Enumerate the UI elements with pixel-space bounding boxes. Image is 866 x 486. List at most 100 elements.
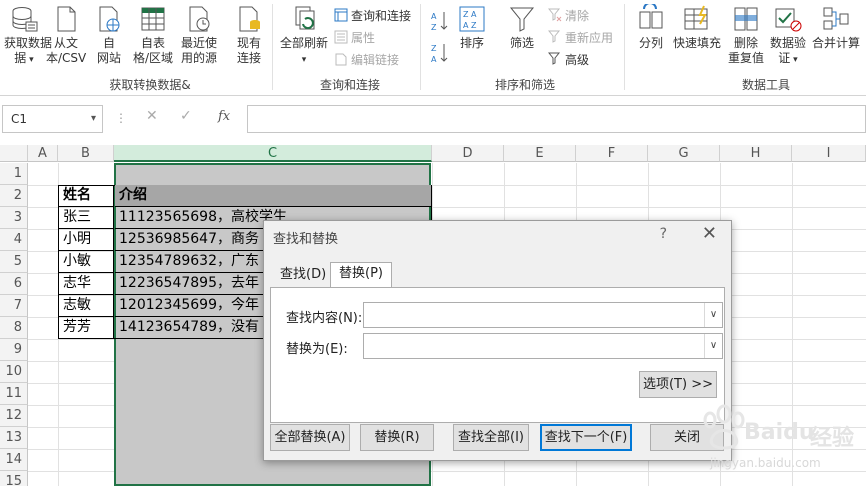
- filter-button[interactable]: 筛选: [504, 4, 540, 51]
- row-header[interactable]: 8: [0, 317, 28, 339]
- queries-connections-button[interactable]: 查询和连接: [334, 6, 411, 26]
- remove-duplicates-button[interactable]: 删除 重复值: [726, 4, 766, 66]
- from-table-label: 自表: [140, 36, 165, 50]
- row-header[interactable]: 15: [0, 471, 28, 486]
- row-header[interactable]: 3: [0, 207, 28, 229]
- chevron-down-icon[interactable]: ∨: [704, 303, 722, 327]
- enter-icon[interactable]: ✓: [180, 108, 192, 124]
- refresh-all-button[interactable]: 全部刷新 ▾: [278, 4, 330, 68]
- find-what-label: 查找内容(N):: [286, 311, 363, 326]
- row-header[interactable]: 13: [0, 427, 28, 449]
- remove-duplicates-icon: [734, 7, 758, 31]
- row-header[interactable]: 4: [0, 229, 28, 251]
- row-header[interactable]: 6: [0, 273, 28, 295]
- row-header[interactable]: 9: [0, 339, 28, 361]
- from-text-csv-button[interactable]: 从文 本/CSV: [46, 4, 86, 66]
- more-icon: ⋮: [115, 111, 127, 125]
- find-what-input[interactable]: ∨: [363, 302, 723, 328]
- row-header[interactable]: 12: [0, 405, 28, 427]
- formula-bar: C1 ▾ ⋮ ✕ ✓ fx: [0, 105, 866, 135]
- help-icon[interactable]: ?: [660, 226, 667, 242]
- queries-connections-label: 查询和连接: [351, 9, 412, 23]
- flash-fill-label: 快速填充: [672, 36, 721, 50]
- clear-filter-button[interactable]: 清除: [548, 6, 589, 26]
- validation-label-2: 证: [778, 51, 791, 65]
- data-validation-button[interactable]: 数据验 证 ▾: [768, 4, 808, 68]
- column-header[interactable]: F: [576, 145, 648, 162]
- ribbon: 获取数据 据 ▾ 从文 本/CSV 自 网站 自表 格/区域 最近使 用的源 现…: [0, 0, 866, 96]
- group-label-sort-filter: 排序和筛选: [494, 78, 555, 92]
- row-header[interactable]: 5: [0, 251, 28, 273]
- properties-button[interactable]: 属性: [334, 28, 375, 48]
- from-web-button[interactable]: 自 网站: [92, 4, 126, 66]
- properties-label: 属性: [351, 31, 376, 45]
- recent-sources-button[interactable]: 最近使 用的源: [178, 4, 220, 66]
- find-replace-dialog: 查找和替换 ? ✕ 查找(D) 替换(P) 查找内容(N): ∨ 替换为(E):…: [263, 220, 732, 461]
- replace-with-input[interactable]: ∨: [363, 333, 723, 359]
- row-header[interactable]: 11: [0, 383, 28, 405]
- flash-fill-button[interactable]: 快速填充: [672, 4, 722, 51]
- advanced-label: 高级: [565, 53, 590, 67]
- row-header[interactable]: 1: [0, 163, 28, 185]
- chevron-down-icon[interactable]: ▾: [91, 106, 96, 132]
- svg-text:A Z: A Z: [463, 21, 477, 30]
- column-header[interactable]: C: [114, 145, 432, 162]
- column-header[interactable]: B: [58, 145, 114, 162]
- table-cell-name[interactable]: 小敏: [59, 251, 114, 273]
- chevron-down-icon[interactable]: ∨: [704, 334, 722, 358]
- column-header[interactable]: I: [792, 145, 866, 162]
- cancel-icon[interactable]: ✕: [146, 108, 158, 124]
- table-cell-name[interactable]: 张三: [59, 207, 114, 229]
- replace-tab-panel: 查找内容(N): ∨ 替换为(E): ∨ 选项(T) >>: [270, 287, 725, 423]
- queries-icon: [334, 8, 348, 22]
- tab-find[interactable]: 查找(D): [272, 264, 334, 288]
- row-header[interactable]: 2: [0, 185, 28, 207]
- table-cell-name[interactable]: 小明: [59, 229, 114, 251]
- sort-az-button[interactable]: AZ: [430, 10, 450, 36]
- column-header[interactable]: H: [720, 145, 792, 162]
- svg-text:A: A: [431, 55, 437, 64]
- baidu-watermark: Baidu 经验 jingyan.baidu.com: [684, 396, 864, 482]
- sort-descending-icon: ZA: [431, 44, 448, 64]
- reapply-label: 重新应用: [565, 31, 614, 45]
- table-header-intro[interactable]: 介绍: [115, 185, 431, 207]
- from-text-label-2: 本/CSV: [46, 51, 87, 65]
- sort-button[interactable]: Z A A Z 排序: [454, 4, 490, 51]
- find-all-button[interactable]: 查找全部(I): [453, 424, 529, 451]
- reapply-button[interactable]: 重新应用: [548, 28, 613, 48]
- row-header[interactable]: 10: [0, 361, 28, 383]
- name-box[interactable]: C1 ▾: [2, 105, 103, 133]
- find-next-button[interactable]: 查找下一个(F): [540, 424, 632, 451]
- row-header[interactable]: 7: [0, 295, 28, 317]
- sort-za-button[interactable]: ZA: [430, 42, 450, 68]
- table-cell-name[interactable]: 志敏: [59, 295, 114, 317]
- existing-connections-button[interactable]: 现有 连接: [232, 4, 266, 66]
- table-cell-name[interactable]: 志华: [59, 273, 114, 295]
- group-label-data-tools: 数据工具: [741, 78, 790, 92]
- insert-function-icon[interactable]: fx: [218, 109, 230, 124]
- column-header[interactable]: G: [648, 145, 720, 162]
- formula-input[interactable]: [247, 105, 866, 133]
- advanced-filter-button[interactable]: 高级: [548, 50, 589, 70]
- column-header[interactable]: A: [28, 145, 58, 162]
- select-all-corner[interactable]: [0, 145, 28, 162]
- replace-all-button[interactable]: 全部替换(A): [270, 424, 350, 451]
- row-header[interactable]: 14: [0, 449, 28, 471]
- close-icon[interactable]: ✕: [702, 223, 717, 244]
- column-header[interactable]: D: [432, 145, 504, 162]
- tab-replace[interactable]: 替换(P): [330, 262, 392, 288]
- from-web-label: 自: [102, 36, 115, 50]
- group-separator: [624, 4, 625, 90]
- recent-sources-label-2: 用的源: [180, 51, 217, 65]
- get-data-button[interactable]: 获取数据 据 ▾: [4, 4, 52, 68]
- column-header[interactable]: E: [504, 145, 576, 162]
- from-table-button[interactable]: 自表 格/区域: [132, 4, 174, 66]
- consolidate-button[interactable]: 合并计算: [810, 4, 862, 51]
- replace-button[interactable]: 替换(R): [360, 424, 434, 451]
- edit-links-button[interactable]: 编辑链接: [334, 50, 399, 70]
- get-data-label-2: 据: [14, 51, 27, 65]
- options-button[interactable]: 选项(T) >>: [639, 371, 717, 398]
- table-header-name[interactable]: 姓名: [59, 185, 114, 207]
- table-cell-name[interactable]: 芳芳: [59, 317, 114, 339]
- text-to-columns-button[interactable]: 分列: [634, 4, 668, 51]
